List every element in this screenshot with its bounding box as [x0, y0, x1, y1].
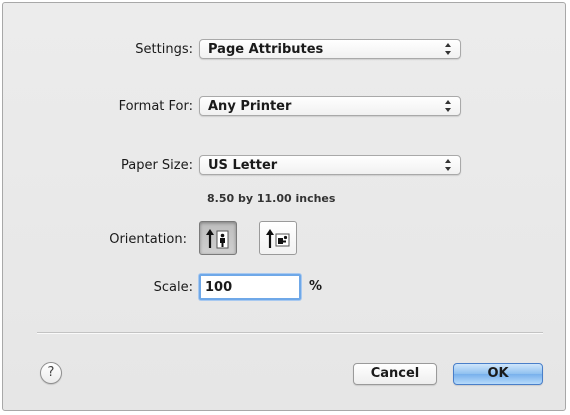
cancel-button[interactable]: Cancel	[353, 363, 437, 385]
paper-size-popup-value: US Letter	[208, 158, 278, 173]
format-for-popup-value: Any Printer	[208, 99, 292, 114]
scale-label: Scale:	[153, 280, 193, 295]
help-button[interactable]: ?	[40, 362, 62, 384]
paper-dimensions-text: 8.50 by 11.00 inches	[207, 192, 336, 205]
dialog-divider	[37, 332, 543, 334]
up-down-arrows-icon	[445, 100, 451, 112]
up-down-arrows-icon	[445, 159, 451, 171]
settings-popup-value: Page Attributes	[208, 42, 324, 57]
page-setup-dialog: Settings: Page Attributes Format For: An…	[2, 2, 566, 411]
settings-label: Settings:	[135, 42, 193, 57]
landscape-orientation-button[interactable]	[259, 221, 297, 255]
scale-percent-unit: %	[309, 279, 323, 294]
paper-size-label: Paper Size:	[120, 158, 193, 173]
paper-size-popup[interactable]: US Letter	[199, 155, 461, 175]
help-icon: ?	[47, 365, 55, 380]
portrait-orientation-button[interactable]	[199, 221, 237, 255]
format-for-label: Format For:	[118, 99, 193, 114]
scale-input[interactable]	[199, 274, 301, 300]
settings-popup[interactable]: Page Attributes	[199, 39, 461, 59]
portrait-orientation-icon	[206, 229, 229, 249]
format-for-popup[interactable]: Any Printer	[199, 96, 461, 116]
orientation-label: Orientation:	[109, 232, 187, 247]
landscape-orientation-icon	[266, 229, 290, 248]
up-down-arrows-icon	[445, 43, 451, 55]
ok-button[interactable]: OK	[453, 363, 543, 385]
